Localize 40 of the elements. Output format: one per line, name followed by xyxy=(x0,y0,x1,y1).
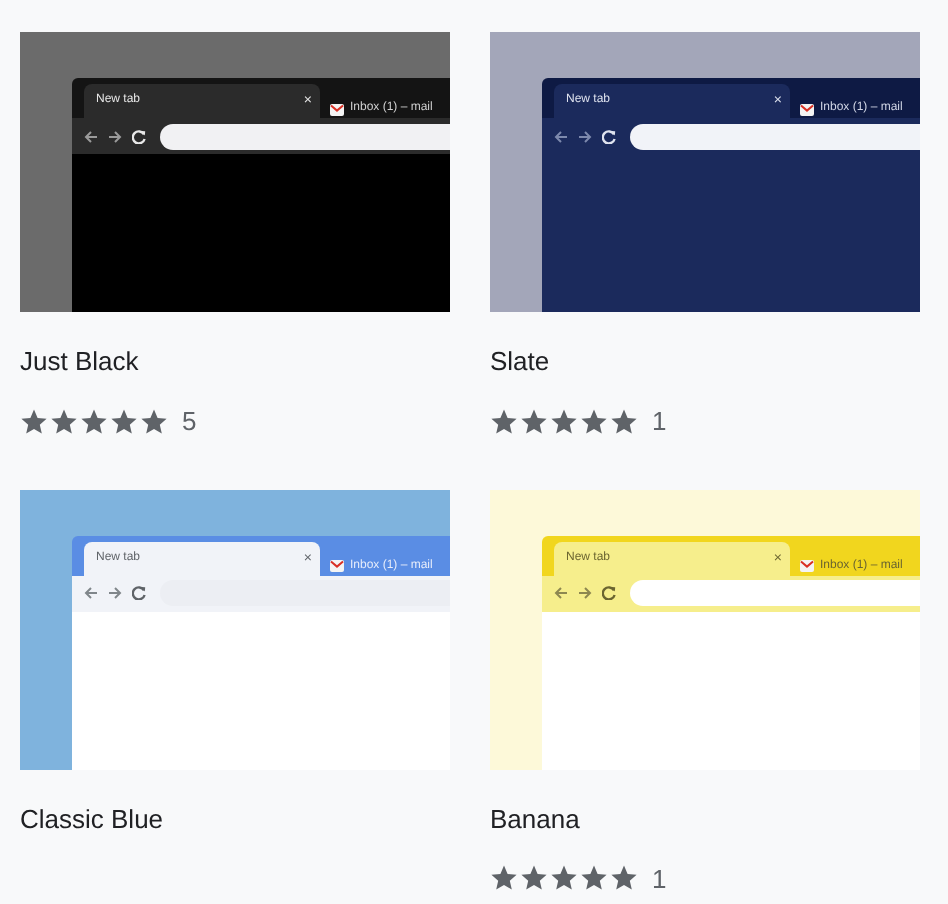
theme-name[interactable]: Slate xyxy=(490,346,920,378)
forward-arrow-icon xyxy=(108,129,122,143)
mail-icon xyxy=(800,103,814,115)
star-icon xyxy=(490,864,518,893)
reload-icon xyxy=(602,586,616,600)
star-icon xyxy=(80,407,108,436)
star-icon xyxy=(610,407,638,436)
address-bar[interactable] xyxy=(160,123,450,149)
reload-icon xyxy=(602,129,616,143)
back-arrow-icon xyxy=(554,586,568,600)
star-icon xyxy=(580,864,608,893)
star-icon xyxy=(490,407,518,436)
theme-name[interactable]: Banana xyxy=(490,803,920,835)
back-arrow-icon xyxy=(84,586,98,600)
reload-icon xyxy=(132,129,146,143)
rating-count: 1 xyxy=(652,404,667,440)
theme-name[interactable]: Classic Blue xyxy=(20,803,450,835)
mail-icon xyxy=(800,560,814,572)
star-icon xyxy=(140,407,168,436)
star-icon xyxy=(520,407,548,436)
address-bar[interactable] xyxy=(630,123,920,149)
star-icon xyxy=(110,407,138,436)
forward-arrow-icon xyxy=(578,129,592,143)
mail-icon xyxy=(330,103,344,115)
star-icon xyxy=(550,407,578,436)
star-icon xyxy=(580,407,608,436)
star-icon xyxy=(610,864,638,893)
star-icon xyxy=(520,864,548,893)
mail-icon xyxy=(330,560,344,572)
star-icon xyxy=(20,407,48,436)
reload-icon xyxy=(132,586,146,600)
rating-count: 1 xyxy=(652,861,667,897)
star-icon xyxy=(550,864,578,893)
rating-count: 5 xyxy=(182,404,197,440)
back-arrow-icon xyxy=(84,129,98,143)
theme-name[interactable]: Just Black xyxy=(20,346,450,378)
star-icon xyxy=(50,407,78,436)
forward-arrow-icon xyxy=(578,586,592,600)
back-arrow-icon xyxy=(554,129,568,143)
forward-arrow-icon xyxy=(108,586,122,600)
